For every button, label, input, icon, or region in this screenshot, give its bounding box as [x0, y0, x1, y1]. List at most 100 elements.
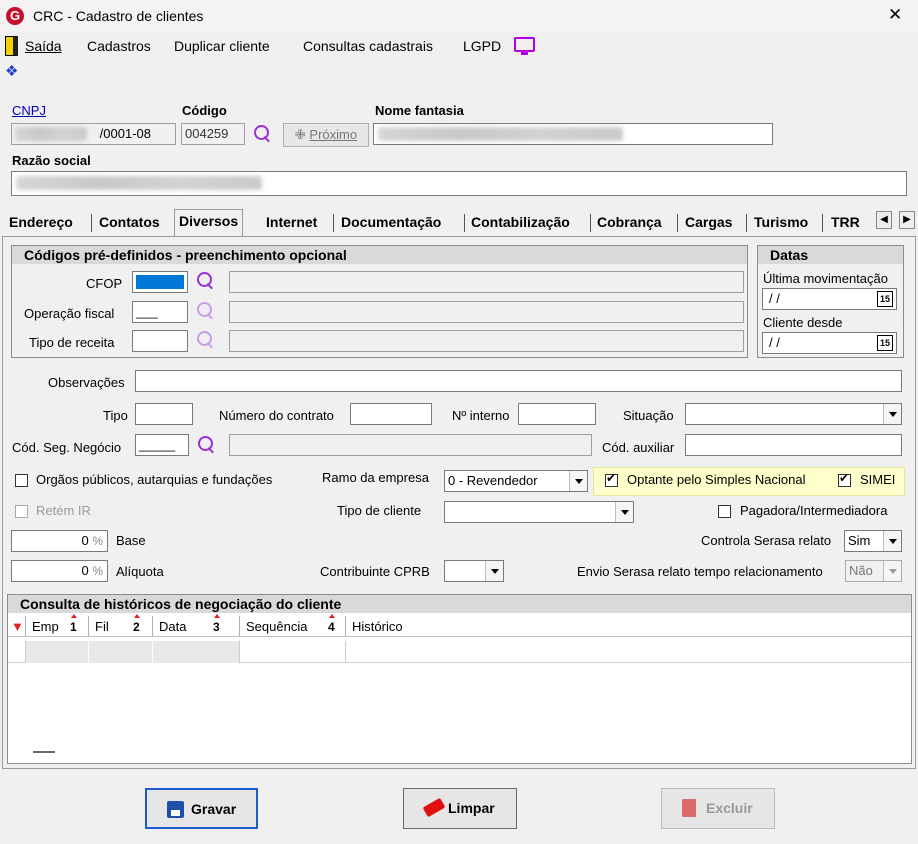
menu-registrations[interactable]: Cadastros [87, 38, 151, 54]
type-field[interactable] [135, 403, 193, 425]
fiscal-op-field[interactable]: ___ [132, 301, 188, 323]
status-select[interactable] [685, 403, 902, 425]
seg-code-field[interactable]: _____ [135, 434, 189, 456]
aux-code-field[interactable] [685, 434, 902, 456]
type-label: Tipo [103, 408, 128, 423]
internal-no-field[interactable] [518, 403, 596, 425]
aux-code-label: Cód. auxiliar [602, 440, 675, 455]
tab-tourism[interactable]: Turismo [754, 214, 808, 230]
revenue-type-label: Tipo de receita [29, 335, 115, 350]
contract-field[interactable] [350, 403, 432, 425]
monitor-icon[interactable] [514, 37, 535, 55]
cnpj-field[interactable]: /0001-08 [11, 123, 176, 145]
search-icon[interactable] [254, 125, 272, 143]
branch-select[interactable]: 0 - Revendedor [444, 470, 588, 492]
tab-scroll-right-icon[interactable]: ▶ [899, 211, 915, 229]
menu-queries[interactable]: Consultas cadastrais [303, 38, 433, 54]
cnpj-label[interactable]: CNPJ [12, 103, 46, 118]
tab-cargo[interactable]: Cargas [685, 214, 732, 230]
table-row[interactable] [8, 641, 911, 663]
cnpj-value: /0001-08 [99, 126, 151, 141]
trade-name-label: Nome fantasia [375, 103, 464, 118]
seg-code-description-field [229, 434, 592, 456]
shortcut-diamond-icon[interactable]: ❖ [5, 62, 18, 80]
exit-door-icon [5, 36, 18, 56]
tab-address[interactable]: Endereço [9, 214, 73, 230]
table-cell [240, 641, 346, 663]
redacted-text [378, 127, 623, 141]
next-button[interactable]: ✙ Próximo [283, 123, 369, 147]
column-label: Emp [32, 619, 59, 634]
column-header-fil[interactable]: Fil 2 [89, 614, 153, 637]
revenue-type-search-icon[interactable] [197, 331, 215, 349]
clear-button-label: Limpar [448, 800, 495, 816]
column-header-emp[interactable]: Emp 1 [26, 614, 89, 637]
row-indicator-icon: ▼ [8, 616, 26, 637]
retain-ir-checkbox[interactable] [15, 505, 28, 518]
public-org-label: Orgãos públicos, autarquias e fundações [36, 472, 273, 487]
last-move-date-field[interactable]: / / 15 [762, 288, 897, 310]
public-org-checkbox[interactable] [15, 474, 28, 487]
history-grid-header: ▼ Emp 1 Fil 2 Data 3 Sequência 4 Histórico [8, 614, 911, 638]
serasa-time-select[interactable]: Não [845, 560, 902, 582]
tab-separator [746, 214, 747, 232]
contract-label: Número do contrato [219, 408, 334, 423]
base-label: Base [116, 533, 146, 548]
column-header-history[interactable]: Histórico [346, 616, 911, 637]
fiscal-op-search-icon[interactable] [197, 302, 215, 320]
percent-sign: % [92, 534, 103, 548]
revenue-type-field[interactable] [132, 330, 188, 352]
save-button-label: Gravar [191, 801, 237, 817]
tab-scroll-left-icon[interactable]: ◀ [876, 211, 892, 229]
menu-duplicate-client[interactable]: Duplicar cliente [174, 38, 270, 54]
company-name-field[interactable] [11, 171, 907, 196]
tab-trr[interactable]: TRR [831, 214, 860, 230]
sort-order-icon: 4 [328, 614, 335, 638]
clear-button[interactable]: Limpar [403, 788, 517, 829]
serasa-select[interactable]: Sim [844, 530, 902, 552]
predefined-codes-title: Códigos pré-definidos - preenchimento op… [12, 246, 747, 264]
retain-ir-label: Retém IR [36, 503, 91, 518]
cfop-search-icon[interactable] [197, 272, 215, 290]
rate-value: 0 [81, 563, 89, 578]
base-field[interactable]: 0 % [11, 530, 108, 552]
calendar-icon[interactable]: 15 [877, 335, 893, 351]
tab-diversos[interactable]: Diversos [174, 209, 244, 236]
sort-order-icon: 3 [213, 614, 220, 638]
code-field[interactable]: 004259 [181, 123, 245, 145]
column-label: Histórico [352, 619, 403, 634]
trade-name-field[interactable] [373, 123, 773, 145]
save-button[interactable]: Gravar [145, 788, 258, 829]
tab-separator [333, 214, 334, 232]
column-header-sequence[interactable]: Sequência 4 [240, 614, 346, 638]
rate-field[interactable]: 0 % [11, 560, 108, 582]
close-icon[interactable]: ✕ [888, 5, 902, 25]
client-type-label: Tipo de cliente [337, 503, 422, 518]
tab-contacts[interactable]: Contatos [99, 214, 160, 230]
payer-checkbox[interactable] [718, 505, 731, 518]
tab-documentation[interactable]: Documentação [341, 214, 441, 230]
redacted-text [15, 127, 87, 141]
column-header-data[interactable]: Data 3 [153, 614, 240, 638]
simples-checkbox[interactable] [605, 471, 618, 487]
observations-field[interactable] [135, 370, 902, 392]
client-since-value: / / [769, 335, 780, 350]
floppy-disk-icon [167, 801, 184, 818]
cprb-select[interactable] [444, 560, 504, 582]
simei-checkbox[interactable] [838, 471, 851, 487]
client-type-select[interactable] [444, 501, 634, 523]
seg-code-search-icon[interactable] [198, 436, 216, 454]
delete-button[interactable]: Excluir [661, 788, 775, 829]
tab-internet[interactable]: Internet [266, 214, 317, 230]
calendar-icon[interactable]: 15 [877, 291, 893, 307]
app-logo-icon: G [6, 7, 24, 25]
client-since-date-field[interactable]: / / 15 [762, 332, 897, 354]
menu-lgpd[interactable]: LGPD [463, 38, 501, 54]
cfop-label: CFOP [86, 276, 123, 291]
table-cell [26, 641, 89, 663]
chevron-down-icon [883, 561, 901, 581]
menu-exit[interactable]: Saída [25, 38, 62, 54]
tab-billing[interactable]: Cobrança [597, 214, 662, 230]
cfop-field[interactable] [132, 271, 188, 293]
tab-accounting[interactable]: Contabilização [471, 214, 570, 230]
